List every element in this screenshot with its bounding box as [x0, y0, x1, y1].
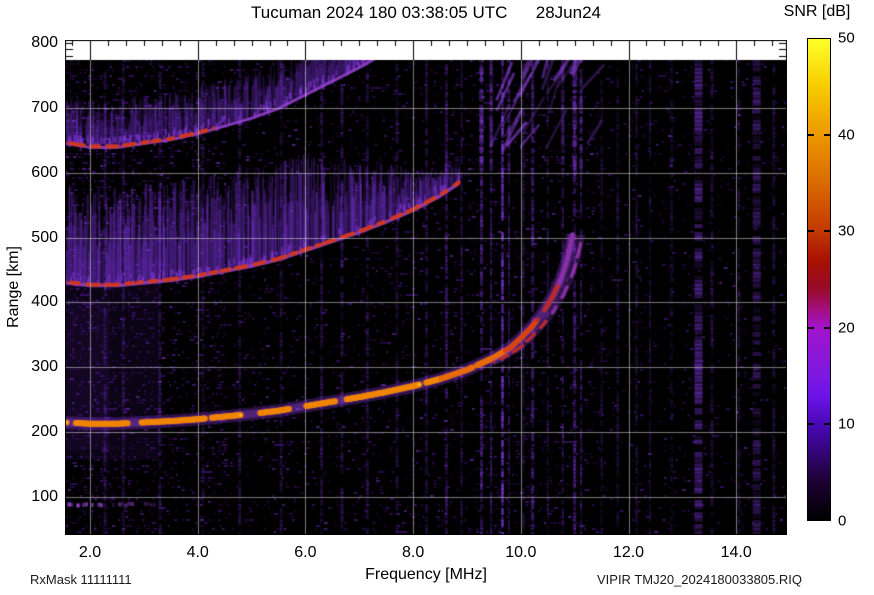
- y-tick-label: 300: [31, 358, 58, 376]
- filename-text: VIPIR TMJ20_2024180033805.RIQ: [596, 572, 802, 587]
- colorbar-tick-label: 20: [838, 319, 855, 337]
- x-tick-label: 12.0: [612, 544, 645, 561]
- colorbar-tick-mark: [807, 326, 814, 329]
- colorbar-tick-mark: [824, 133, 831, 136]
- rxmask-text: RxMask 11111111: [30, 572, 132, 587]
- plot-title: Tucuman 2024 180 03:38:05 UTC 28Jun24: [251, 3, 601, 22]
- y-tick-label: 600: [31, 163, 58, 181]
- colorbar-tick-label: 50: [838, 29, 855, 47]
- colorbar-tick-mark: [824, 423, 831, 426]
- colorbar-tick-label: 30: [838, 222, 855, 240]
- colorbar-tick-label: 40: [838, 126, 855, 144]
- colorbar-tick-mark: [807, 230, 814, 233]
- y-axis-title: Range [km]: [5, 246, 22, 328]
- colorbar-title: SNR [dB]: [783, 3, 851, 20]
- y-tick-label: 700: [31, 98, 58, 116]
- y-tick-label: 500: [31, 228, 58, 246]
- x-tick-label: 2.0: [78, 544, 102, 561]
- x-tick-label: 10.0: [505, 544, 537, 561]
- x-tick-label: 14.0: [720, 544, 752, 561]
- colorbar-tick-mark: [824, 326, 831, 329]
- colorbar-tick-label: 0: [838, 512, 847, 530]
- colorbar-tick-mark: [824, 230, 831, 233]
- snr-colorbar: [807, 38, 831, 521]
- y-tick-label: 100: [31, 488, 58, 505]
- x-tick-label: 4.0: [186, 544, 209, 561]
- x-tick-label: 8.0: [401, 544, 425, 561]
- x-tick-label: 6.0: [294, 544, 317, 561]
- y-tick-label: 400: [31, 293, 58, 311]
- colorbar-tick-mark: [807, 423, 814, 426]
- ionogram-figure: Tucuman 2024 180 03:38:05 UTC 28Jun24 SN…: [0, 0, 874, 595]
- colorbar-tick-label: 10: [838, 415, 855, 433]
- ionogram-canvas: [65, 40, 787, 535]
- y-tick-label: 800: [31, 34, 58, 51]
- colorbar-tick-mark: [807, 133, 814, 136]
- y-tick-label: 200: [31, 423, 58, 441]
